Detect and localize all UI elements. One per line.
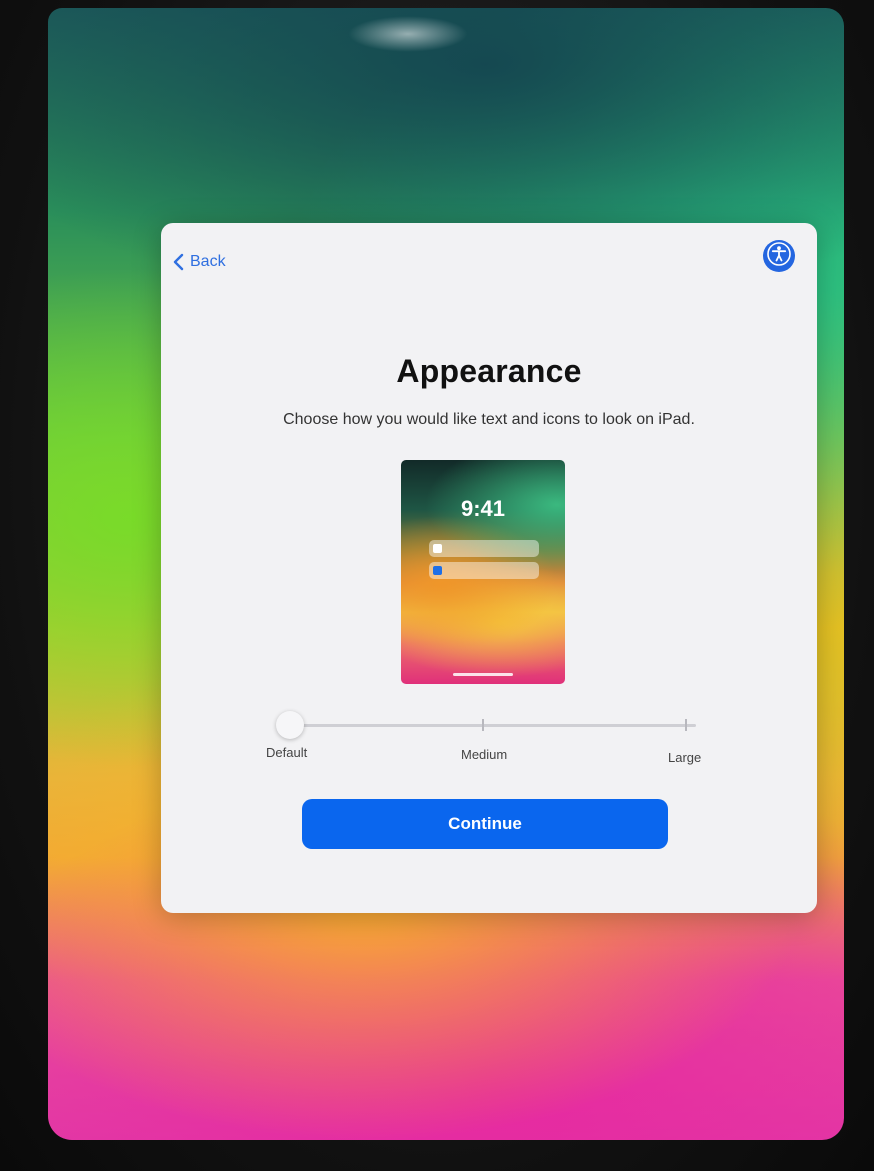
page-title: Appearance bbox=[396, 353, 582, 389]
chevron-left-icon bbox=[173, 253, 184, 271]
accessibility-button[interactable] bbox=[763, 240, 795, 272]
preview-time: 9:41 bbox=[460, 496, 506, 521]
preview-notification bbox=[429, 562, 539, 579]
notification-icon bbox=[433, 566, 442, 575]
page-subtitle: Choose how you would like text and icons… bbox=[283, 411, 695, 428]
notification-icon bbox=[433, 544, 442, 553]
text-size-slider[interactable] bbox=[276, 710, 696, 740]
slider-tick-medium bbox=[482, 719, 484, 731]
setup-sheet: Back Appearance Choose how you would lik… bbox=[161, 223, 817, 913]
accessibility-icon bbox=[766, 241, 792, 272]
photo-background: Back Appearance Choose how you would lik… bbox=[0, 0, 874, 1171]
slider-label-default: Default bbox=[266, 745, 308, 760]
continue-button[interactable]: Continue bbox=[302, 799, 668, 849]
home-indicator bbox=[453, 673, 513, 676]
device-screen: Back Appearance Choose how you would lik… bbox=[48, 8, 844, 1140]
slider-label-medium: Medium bbox=[461, 747, 508, 762]
slider-tick-large bbox=[685, 719, 687, 731]
back-label: Back bbox=[190, 253, 226, 270]
back-button[interactable]: Back bbox=[173, 253, 226, 271]
light-glare bbox=[348, 16, 468, 52]
preview-notification bbox=[429, 540, 539, 557]
slider-track[interactable] bbox=[286, 724, 696, 727]
slider-thumb[interactable] bbox=[276, 711, 304, 739]
slider-label-large: Large bbox=[668, 750, 702, 765]
lock-screen-preview: 9:41 bbox=[401, 460, 565, 684]
